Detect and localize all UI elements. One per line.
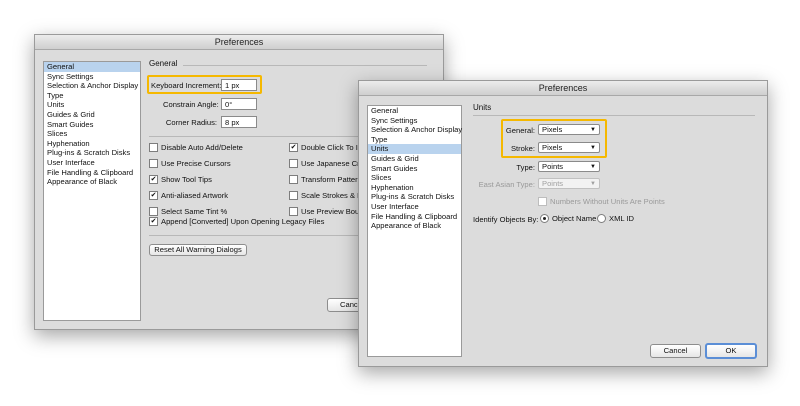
- category-item[interactable]: User Interface: [44, 158, 140, 168]
- category-item[interactable]: User Interface: [368, 202, 461, 212]
- check-icon: [289, 159, 298, 168]
- check-icon: [149, 143, 158, 152]
- dropdown-arrow-icon: ▼: [590, 181, 596, 187]
- category-item[interactable]: Units: [368, 144, 461, 154]
- east-asian-type-label: East Asian Type:: [478, 180, 535, 189]
- xml-id-radio[interactable]: XML ID: [597, 214, 634, 223]
- checkbox-icon: [538, 197, 547, 206]
- check-icon: ✔: [149, 217, 158, 226]
- category-item[interactable]: Hyphenation: [368, 183, 461, 193]
- category-item[interactable]: Plug-ins & Scratch Disks: [368, 192, 461, 202]
- identify-objects-label: Identify Objects By:: [473, 215, 539, 224]
- option-checkbox[interactable]: Scale Strokes & Ef: [289, 191, 364, 200]
- dropdown-arrow-icon: ▼: [590, 127, 596, 133]
- option-checkbox[interactable]: Use Preview Bound: [289, 207, 368, 216]
- option-checkbox[interactable]: Use Japanese Crop: [289, 159, 368, 168]
- category-item[interactable]: General: [368, 106, 461, 116]
- cancel-button[interactable]: Cancel: [650, 344, 701, 358]
- category-item[interactable]: Sync Settings: [44, 72, 140, 82]
- section-title: Units: [473, 103, 492, 112]
- category-item[interactable]: Selection & Anchor Display: [44, 81, 140, 91]
- check-icon: [149, 207, 158, 216]
- numbers-without-units-checkbox: Numbers Without Units Are Points: [538, 197, 665, 206]
- dialog-title: Preferences: [35, 35, 443, 50]
- general-units-select[interactable]: Pixels ▼: [538, 124, 600, 135]
- category-item[interactable]: Slices: [44, 129, 140, 139]
- category-item[interactable]: Smart Guides: [44, 120, 140, 130]
- option-checkbox[interactable]: Transform Pattern: [289, 175, 362, 184]
- reset-warning-dialogs-button[interactable]: Reset All Warning Dialogs: [149, 244, 247, 256]
- constrain-angle-input[interactable]: 0°: [221, 98, 257, 110]
- section-title: General: [149, 59, 178, 68]
- option-checkbox[interactable]: Use Precise Cursors: [149, 159, 231, 168]
- option-checkbox[interactable]: ✔ Double Click To Is: [289, 143, 362, 152]
- category-item[interactable]: File Handling & Clipboard: [368, 212, 461, 222]
- category-item[interactable]: Hyphenation: [44, 139, 140, 149]
- dropdown-arrow-icon: ▼: [590, 164, 596, 170]
- category-item[interactable]: Sync Settings: [368, 116, 461, 126]
- category-list[interactable]: General Sync Settings Selection & Anchor D…: [43, 61, 141, 321]
- category-item[interactable]: Selection & Anchor Display: [368, 125, 462, 135]
- category-item[interactable]: Appearance of Black: [368, 221, 461, 231]
- check-icon: ✔: [289, 143, 298, 152]
- check-icon: ✔: [149, 175, 158, 184]
- east-asian-type-select: Points ▼: [538, 178, 600, 189]
- section-divider: [183, 65, 427, 66]
- option-checkbox[interactable]: Disable Auto Add/Delete: [149, 143, 243, 152]
- corner-radius-input[interactable]: 8 px: [221, 116, 257, 128]
- category-item[interactable]: Plug-ins & Scratch Disks: [44, 148, 140, 158]
- category-item[interactable]: Guides & Grid: [368, 154, 461, 164]
- category-item[interactable]: Appearance of Black: [44, 177, 140, 187]
- radio-empty-icon: [597, 214, 606, 223]
- check-icon: ✔: [149, 191, 158, 200]
- option-checkbox[interactable]: ✔ Anti-aliased Artwork: [149, 191, 228, 200]
- category-item[interactable]: Type: [44, 91, 140, 101]
- category-item[interactable]: General: [44, 62, 140, 72]
- check-icon: [149, 159, 158, 168]
- category-item[interactable]: Units: [44, 100, 140, 110]
- category-item[interactable]: Type: [368, 135, 461, 145]
- ok-button[interactable]: OK: [705, 343, 757, 359]
- type-units-select[interactable]: Points ▼: [538, 161, 600, 172]
- check-icon: [289, 175, 298, 184]
- category-item[interactable]: Smart Guides: [368, 164, 461, 174]
- category-item[interactable]: Slices: [368, 173, 461, 183]
- section-divider: [473, 115, 755, 116]
- type-units-label: Type:: [516, 163, 535, 172]
- keyboard-increment-highlight: [147, 75, 262, 94]
- option-checkbox[interactable]: Select Same Tint %: [149, 207, 227, 216]
- check-icon: [289, 207, 298, 216]
- dialog-title: Preferences: [359, 81, 767, 96]
- append-converted-checkbox[interactable]: ✔ Append [Converted] Upon Opening Legacy…: [149, 217, 324, 226]
- corner-radius-label: Corner Radius:: [165, 118, 217, 127]
- preferences-dialog-units: Preferences General Sync Settings Selectio…: [358, 80, 768, 367]
- category-item[interactable]: File Handling & Clipboard: [44, 168, 140, 178]
- constrain-angle-label: Constrain Angle:: [163, 100, 219, 109]
- dropdown-arrow-icon: ▼: [590, 145, 596, 151]
- general-units-label: General:: [505, 126, 535, 135]
- category-list[interactable]: General Sync Settings Selection & Anchor D…: [367, 105, 462, 357]
- option-checkbox[interactable]: ✔ Show Tool Tips: [149, 175, 212, 184]
- stroke-units-label: Stroke:: [510, 144, 535, 153]
- check-icon: [289, 191, 298, 200]
- stroke-units-select[interactable]: Pixels ▼: [538, 142, 600, 153]
- radio-selected-icon: [540, 214, 549, 223]
- object-name-radio[interactable]: Object Name: [540, 214, 596, 223]
- category-item[interactable]: Guides & Grid: [44, 110, 140, 120]
